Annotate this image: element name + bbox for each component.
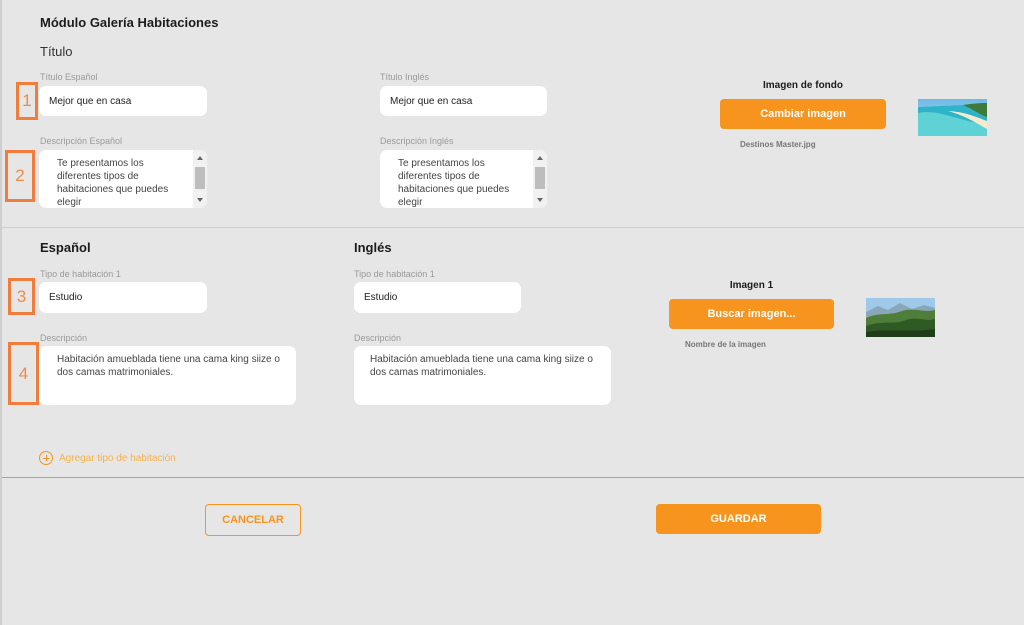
save-button[interactable]: GUARDAR [656,504,821,534]
room-desc-en-textarea[interactable]: Habitación amueblada tiene una cama king… [354,346,611,405]
beach-thumbnail [918,99,987,136]
room-image-label: Imagen 1 [729,280,774,291]
room-desc-en-label: Descripción [354,333,402,343]
english-heading: Inglés [354,240,392,255]
search-image-button[interactable]: Buscar imagen... [669,299,834,329]
room-desc-en-text: Habitación amueblada tiene una cama king… [370,354,593,378]
scroll-up-icon[interactable] [537,156,543,160]
marker-3: 3 [8,278,35,315]
title-en-input[interactable]: Mejor que en casa [380,86,547,116]
scroll-down-icon[interactable] [537,198,543,202]
add-room-type-link[interactable]: Agregar tipo de habitación [39,451,176,465]
background-image-label: Imagen de fondo [763,80,843,91]
scroll-thumb[interactable] [535,167,545,189]
desc-en-scrollbar[interactable] [533,150,547,208]
marker-2: 2 [5,150,35,202]
left-edge [0,0,2,625]
spanish-heading: Español [40,240,91,255]
marker-1: 1 [16,82,38,120]
room-desc-es-text: Habitación amueblada tiene una cama king… [57,354,280,378]
room-type-en-label: Tipo de habitación 1 [354,269,435,279]
change-image-button[interactable]: Cambiar imagen [720,99,886,129]
desc-es-textarea[interactable]: Te presentamos los diferentes tipos de h… [39,150,207,208]
desc-es-scrollbar[interactable] [193,150,207,208]
section-divider [2,227,1024,228]
scroll-down-icon[interactable] [197,198,203,202]
title-es-label: Título Español [40,72,98,82]
desc-es-label: Descripción Español [40,136,123,146]
room-desc-es-label: Descripción [40,333,88,343]
marker-4: 4 [8,342,39,405]
desc-en-text: Te presentamos los diferentes tipos de h… [398,158,510,208]
title-es-input[interactable]: Mejor que en casa [39,86,207,116]
module-title: Módulo Galería Habitaciones [40,15,219,30]
desc-en-label: Descripción Inglés [380,136,454,146]
background-filename: Destinos Master.jpg [740,140,816,149]
room-type-es-input[interactable]: Estudio [39,282,207,313]
room-image-filename: Nombre de la imagen [685,340,766,349]
add-room-type-label: Agregar tipo de habitación [59,452,176,464]
desc-en-textarea[interactable]: Te presentamos los diferentes tipos de h… [380,150,547,208]
mountain-thumbnail [866,298,935,337]
section-title: Título [40,44,73,59]
room-type-en-input[interactable]: Estudio [354,282,521,313]
plus-circle-icon [39,451,53,465]
scroll-up-icon[interactable] [197,156,203,160]
room-type-es-label: Tipo de habitación 1 [40,269,121,279]
footer-divider [2,477,1024,478]
cancel-button[interactable]: CANCELAR [205,504,301,536]
title-en-label: Título Inglés [380,72,430,82]
scroll-thumb[interactable] [195,167,205,189]
desc-es-text: Te presentamos los diferentes tipos de h… [57,158,169,208]
room-desc-es-textarea[interactable]: Habitación amueblada tiene una cama king… [39,346,296,405]
